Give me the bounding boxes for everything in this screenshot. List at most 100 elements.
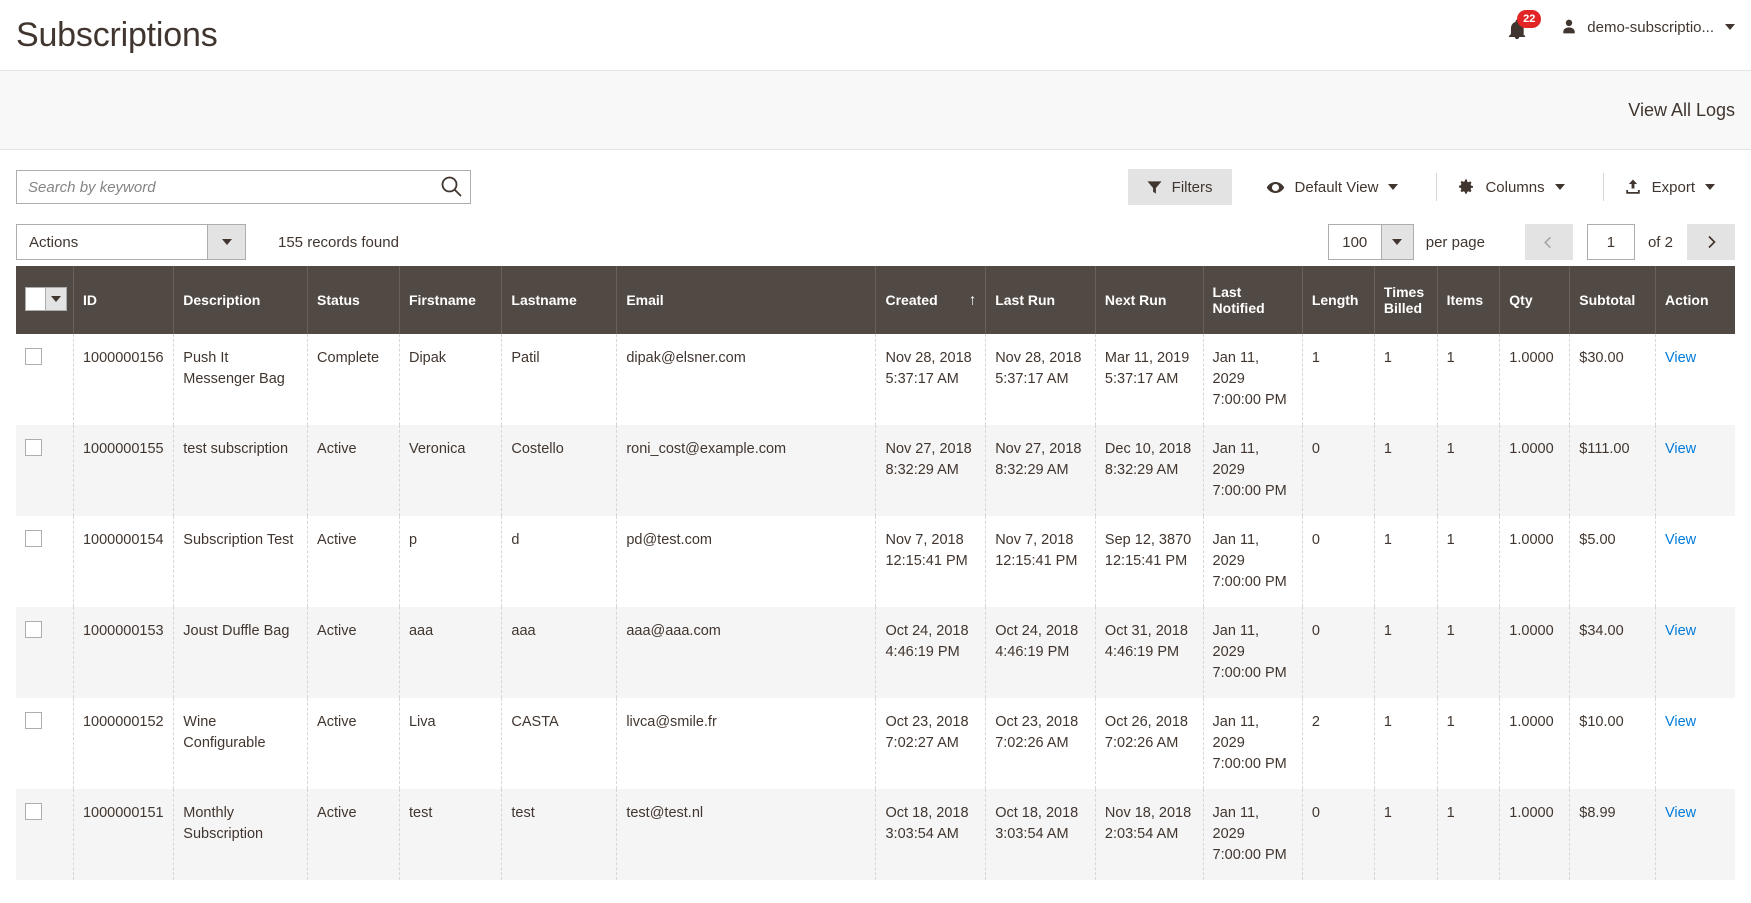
cell-next-run: Oct 26, 2018 7:02:26 AM <box>1095 698 1204 790</box>
select-all-checkbox[interactable] <box>26 288 47 310</box>
select-all-dropdown[interactable] <box>46 288 66 310</box>
cell-times-billed: 1 <box>1374 607 1438 699</box>
page-number-input[interactable] <box>1586 224 1635 260</box>
columns-dropdown[interactable]: Columns <box>1436 173 1584 201</box>
cell-subtotal: $10.00 <box>1569 698 1656 790</box>
row-select-cell[interactable] <box>16 789 74 881</box>
column-header-firstname[interactable]: Firstname <box>399 266 503 334</box>
grid-wrapper: ID Description Status Firstname Lastname… <box>0 266 1751 881</box>
chevron-down-icon <box>1388 184 1399 190</box>
cell-next-run: Mar 11, 2019 5:37:17 AM <box>1095 334 1204 426</box>
chevron-left-icon <box>1544 236 1552 248</box>
cell-last-run: Oct 23, 2018 7:02:26 AM <box>985 698 1096 790</box>
column-header-last-run[interactable]: Last Run <box>985 266 1096 334</box>
cell-email: test@test.nl <box>616 789 877 881</box>
row-checkbox[interactable] <box>25 712 42 730</box>
chevron-down-icon <box>1725 24 1735 30</box>
notifications-button[interactable]: 22 <box>1504 10 1542 44</box>
column-header-created[interactable]: Created ↑ <box>875 266 987 334</box>
export-dropdown[interactable]: Export <box>1602 173 1735 201</box>
cell-firstname: Veronica <box>399 425 503 517</box>
chevron-down-icon <box>1705 184 1715 190</box>
view-link[interactable]: View <box>1665 805 1696 821</box>
cell-firstname: Dipak <box>399 334 503 426</box>
column-header-next-run[interactable]: Next Run <box>1095 266 1204 334</box>
cell-firstname: test <box>399 789 503 881</box>
cell-email: roni_cost@example.com <box>616 425 877 517</box>
table-body: 1000000156 Push It Messenger Bag Complete D… <box>16 334 1735 881</box>
column-header-description[interactable]: Description <box>173 266 309 334</box>
cell-last-run: Oct 18, 2018 3:03:54 AM <box>985 789 1096 881</box>
cell-status: Active <box>307 425 400 517</box>
view-link[interactable]: View <box>1665 714 1696 730</box>
upload-icon <box>1625 179 1640 194</box>
column-header-length[interactable]: Length <box>1302 266 1375 334</box>
per-page-dropdown[interactable]: 100 <box>1327 224 1414 260</box>
filters-label: Filters <box>1171 178 1213 196</box>
table-header-row: ID Description Status Firstname Lastname… <box>16 266 1735 334</box>
cell-last-notified: Jan 11, 2029 7:00:00 PM <box>1203 698 1303 790</box>
cell-id: 1000000153 <box>73 607 175 699</box>
actions-dropdown-arrow <box>207 225 245 259</box>
cell-last-notified: Jan 11, 2029 7:00:00 PM <box>1203 334 1303 426</box>
select-all-control[interactable] <box>25 287 67 311</box>
sort-ascending-icon: ↑ <box>968 291 977 309</box>
view-link[interactable]: View <box>1665 350 1696 366</box>
row-checkbox[interactable] <box>25 621 42 639</box>
search-input[interactable] <box>16 170 471 204</box>
cell-subtotal: $34.00 <box>1569 607 1656 699</box>
row-checkbox[interactable] <box>25 803 42 821</box>
funnel-icon <box>1147 180 1162 194</box>
column-header-times-billed[interactable]: Times Billed <box>1374 266 1438 334</box>
column-header-status[interactable]: Status <box>307 266 400 334</box>
view-link[interactable]: View <box>1665 532 1696 548</box>
cell-created: Oct 24, 2018 4:46:19 PM <box>875 607 987 699</box>
cell-length: 0 <box>1302 607 1375 699</box>
view-all-logs-button[interactable]: View All Logs <box>1628 100 1735 121</box>
subscriptions-table: ID Description Status Firstname Lastname… <box>16 266 1735 881</box>
column-header-id[interactable]: ID <box>73 266 175 334</box>
page-header: Subscriptions 22 demo-subscriptio... <box>0 0 1751 70</box>
column-header-select-all[interactable] <box>16 266 74 334</box>
actions-dropdown[interactable]: Actions <box>16 224 246 260</box>
user-menu[interactable]: demo-subscriptio... <box>1560 18 1735 36</box>
table-row: 1000000152 Wine Configurable Active Liva CAS… <box>16 698 1735 790</box>
filters-button[interactable]: Filters <box>1127 169 1232 205</box>
view-link[interactable]: View <box>1665 441 1696 457</box>
cell-times-billed: 1 <box>1374 789 1438 881</box>
table-row: 1000000153 Joust Duffle Bag Active aaa aaa aa… <box>16 607 1735 699</box>
column-header-lastname[interactable]: Lastname <box>501 266 618 334</box>
chevron-down-icon <box>1392 239 1403 245</box>
column-header-email[interactable]: Email <box>616 266 877 334</box>
column-header-last-notified[interactable]: Last Notified <box>1203 266 1303 334</box>
cell-action: View <box>1655 698 1735 790</box>
row-select-cell[interactable] <box>16 698 74 790</box>
cell-items: 1 <box>1437 607 1501 699</box>
row-select-cell[interactable] <box>16 516 74 608</box>
previous-page-button[interactable] <box>1524 224 1573 260</box>
row-checkbox[interactable] <box>25 439 42 457</box>
column-header-items[interactable]: Items <box>1437 266 1501 334</box>
cell-last-run: Nov 28, 2018 5:37:17 AM <box>985 334 1096 426</box>
next-page-button[interactable] <box>1687 224 1735 260</box>
export-label: Export <box>1651 178 1695 196</box>
row-checkbox[interactable] <box>25 348 42 365</box>
row-checkbox[interactable] <box>25 530 42 548</box>
chevron-down-icon <box>221 239 232 245</box>
row-select-cell[interactable] <box>16 425 74 517</box>
search-button[interactable] <box>437 174 465 200</box>
column-header-subtotal[interactable]: Subtotal <box>1569 266 1656 334</box>
cell-last-notified: Jan 11, 2029 7:00:00 PM <box>1203 789 1303 881</box>
cell-status: Active <box>307 516 400 608</box>
column-header-qty[interactable]: Qty <box>1499 266 1571 334</box>
gear-icon <box>1459 179 1474 194</box>
view-link[interactable]: View <box>1665 623 1696 639</box>
cell-last-run: Nov 7, 2018 12:15:41 PM <box>985 516 1096 608</box>
row-select-cell[interactable] <box>16 607 74 699</box>
default-view-dropdown[interactable]: Default View <box>1246 173 1419 201</box>
cell-email: pd@test.com <box>616 516 877 608</box>
cell-next-run: Sep 12, 3870 12:15:41 PM <box>1095 516 1204 608</box>
total-pages-label: of 2 <box>1647 233 1673 251</box>
row-select-cell[interactable] <box>16 334 74 426</box>
cell-action: View <box>1655 516 1735 608</box>
